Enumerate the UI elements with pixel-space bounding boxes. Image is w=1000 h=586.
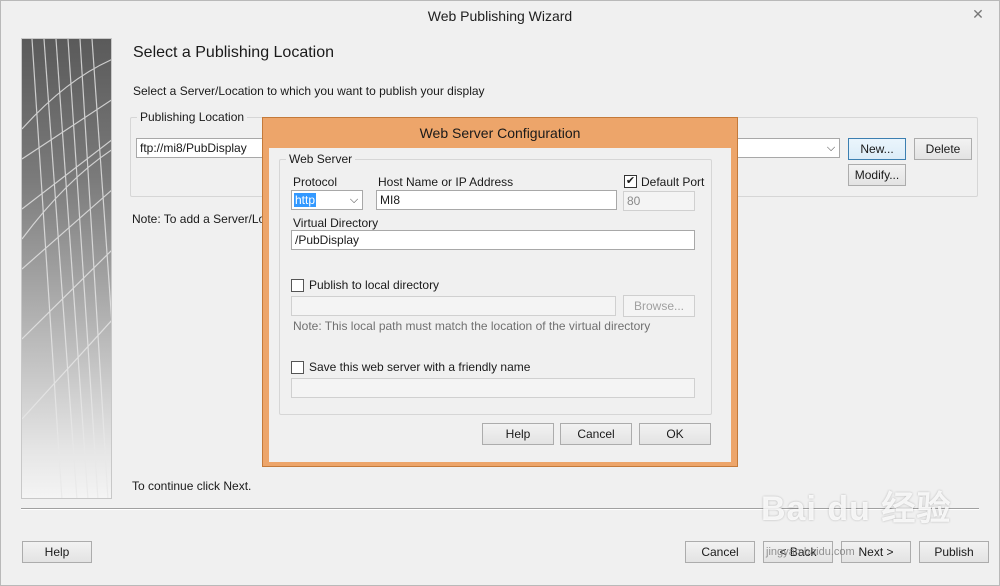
dialog-cancel-button[interactable]: Cancel <box>560 423 632 445</box>
chevron-down-icon[interactable]: ⌵ <box>823 139 839 157</box>
modify-location-button[interactable]: Modify... <box>848 164 906 186</box>
new-location-button[interactable]: New... <box>848 138 906 160</box>
delete-location-button[interactable]: Delete <box>914 138 972 160</box>
protocol-label: Protocol <box>293 175 338 189</box>
friendly-name-input[interactable] <box>291 378 695 398</box>
local-path-note: Note: This local path must match the loc… <box>293 319 651 333</box>
local-path-input[interactable] <box>291 296 616 316</box>
publishing-location-legend: Publishing Location <box>137 110 248 124</box>
continue-text: To continue click Next. <box>132 479 252 493</box>
friendly-name-label: Save this web server with a friendly nam… <box>309 360 531 374</box>
host-label: Host Name or IP Address <box>378 175 514 189</box>
chevron-down-icon[interactable]: ⌵ <box>346 191 362 209</box>
window-title: Web Publishing Wizard <box>427 8 573 24</box>
title-bar: Web Publishing Wizard ✕ <box>1 1 999 32</box>
port-input[interactable]: 80 <box>623 191 695 211</box>
add-server-note: Note: To add a Server/Loca <box>132 212 278 226</box>
web-server-legend: Web Server <box>286 152 356 166</box>
baidu-watermark-url: jingyan.baidu.com <box>766 546 855 558</box>
web-server-config-dialog: Web Server Configuration Web Server Prot… <box>262 117 738 467</box>
default-port-checkbox[interactable]: ✔ <box>624 175 637 188</box>
page-heading: Select a Publishing Location <box>133 44 335 61</box>
dialog-body: Web Server Protocol http ⌵ Host Name or … <box>269 148 731 462</box>
dialog-ok-button[interactable]: OK <box>639 423 711 445</box>
virtual-directory-input[interactable]: /PubDisplay <box>291 230 695 250</box>
baidu-watermark-logo: Bai du 经验 <box>761 490 952 528</box>
side-image-lines <box>22 39 111 498</box>
publishing-location-value: ftp://mi8/PubDisplay <box>140 141 247 155</box>
dialog-help-button[interactable]: Help <box>482 423 554 445</box>
close-icon[interactable]: ✕ <box>965 4 991 24</box>
host-input[interactable]: MI8 <box>376 190 617 210</box>
friendly-name-checkbox[interactable] <box>291 361 304 374</box>
checkmark-icon: ✔ <box>625 175 636 187</box>
default-port-label: Default Port <box>641 175 705 189</box>
protocol-select[interactable]: http ⌵ <box>291 190 363 210</box>
help-button[interactable]: Help <box>22 541 92 563</box>
dialog-title: Web Server Configuration <box>419 125 581 141</box>
protocol-value: http <box>294 193 317 207</box>
cancel-button[interactable]: Cancel <box>685 541 755 563</box>
wizard-side-image <box>21 38 112 499</box>
publish-local-checkbox[interactable] <box>291 279 304 292</box>
publish-button[interactable]: Publish <box>919 541 989 563</box>
browse-button[interactable]: Browse... <box>623 295 695 317</box>
virtual-directory-label: Virtual Directory <box>293 216 379 230</box>
intro-text: Select a Server/Location to which you wa… <box>133 84 485 98</box>
publish-local-label: Publish to local directory <box>309 278 440 292</box>
